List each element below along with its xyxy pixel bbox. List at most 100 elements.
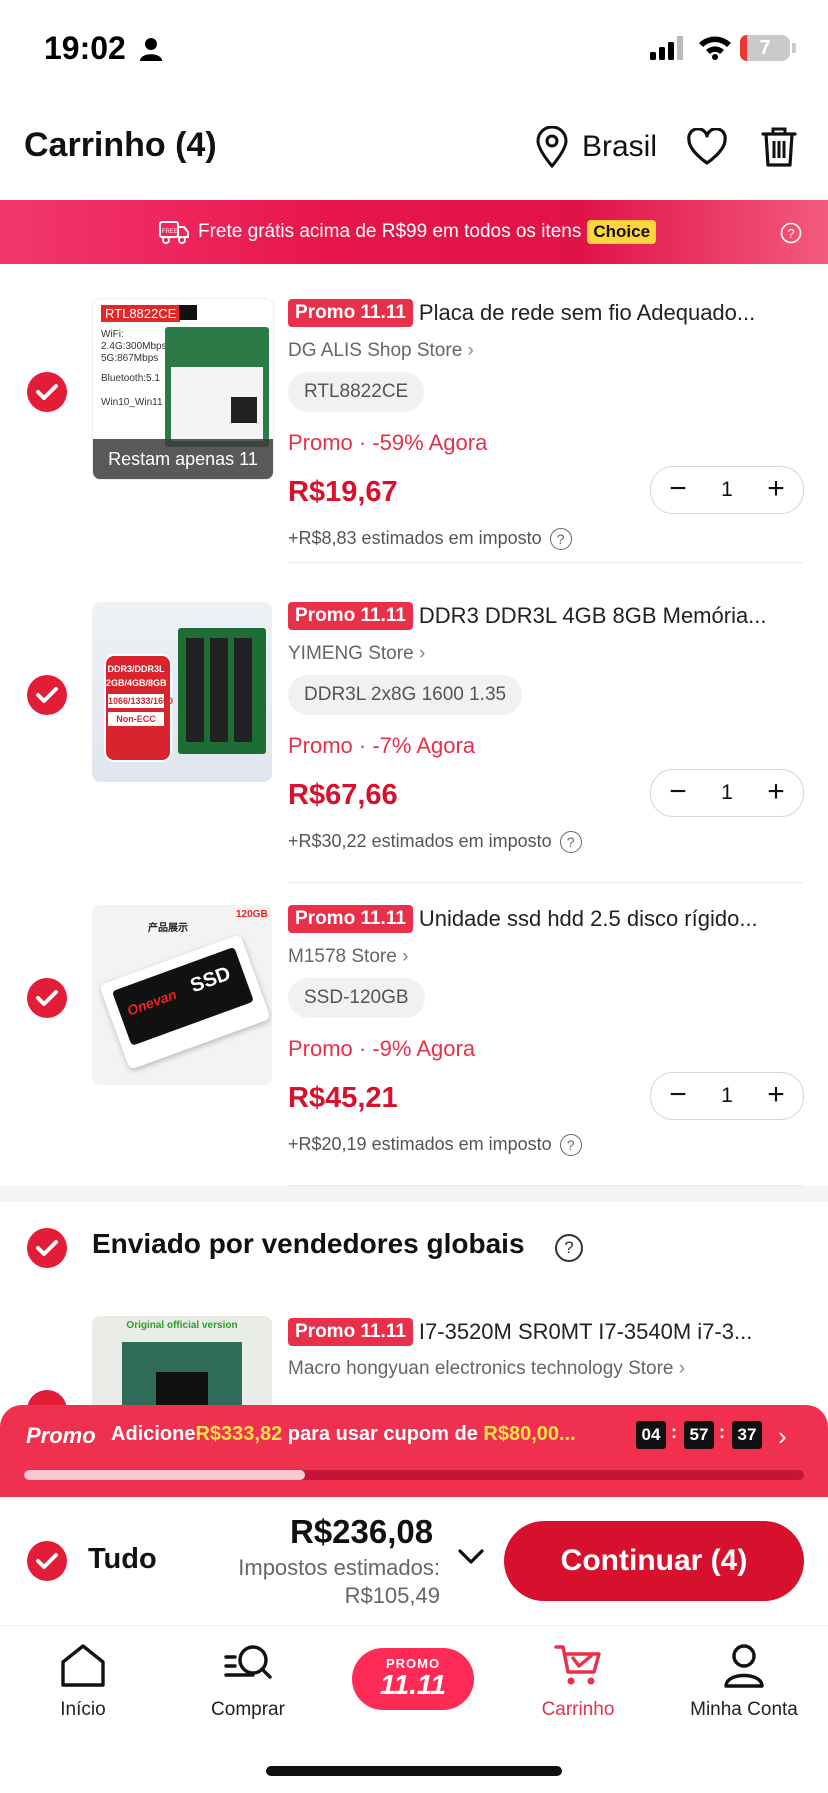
status-time: 19:02 (44, 30, 126, 66)
promo-tag: Promo 11.11 (288, 1318, 413, 1347)
home-indicator (266, 1766, 562, 1776)
thumb-specs: DDR3/DDR3L 2GB/4GB/8GB 1066/1333/1600 Non… (106, 664, 174, 726)
section-checkbox[interactable] (27, 1228, 67, 1268)
chevron-right-icon: › (467, 340, 474, 361)
item-price: R$67,66 (288, 779, 398, 811)
continue-button[interactable]: Continuar (4) (504, 1521, 804, 1601)
promo-tag: Promo 11.11 (288, 905, 413, 934)
location-label[interactable]: Brasil (582, 130, 657, 164)
thumb-label: Original official version (126, 1320, 238, 1331)
quantity-value[interactable]: 1 (697, 770, 757, 816)
increase-quantity-button[interactable]: + (753, 467, 799, 513)
tax-estimate: +R$20,19 estimados em imposto? (288, 1134, 582, 1157)
wishlist-heart-icon[interactable] (686, 128, 728, 166)
trash-icon[interactable] (760, 126, 798, 168)
select-all-label[interactable]: Tudo (88, 1543, 157, 1576)
cart-item: DDR3/DDR3L 2GB/4GB/8GB 1066/1333/1600 Non… (0, 567, 828, 883)
battery-indicator: 7 (740, 35, 790, 61)
tax-value: R$105,49 (344, 1583, 440, 1608)
thumb-specs: WiFi: 2.4G:300Mbps 5G:867Mbps Bluetooth:5.… (101, 329, 167, 408)
item-price: R$45,21 (288, 1082, 398, 1114)
checkmark-icon (36, 384, 58, 400)
tax-estimate: +R$30,22 estimados em imposto? (288, 831, 582, 854)
variant-selector[interactable]: RTL8822CE (288, 372, 425, 412)
product-title[interactable]: Promo 11.11 I7-3520M SR0MT I7-3540M i7-3.… (288, 1318, 808, 1347)
store-link[interactable]: DG ALIS Shop Store › (288, 340, 474, 362)
help-icon[interactable]: ? (559, 1134, 582, 1157)
quantity-value[interactable]: 1 (697, 1073, 757, 1119)
coupon-progress-bar[interactable]: Promo AdicioneR$333,82 para usar cupom d… (0, 1405, 828, 1497)
product-title[interactable]: Promo 11.11 Unidade ssd hdd 2.5 disco ríg… (288, 905, 808, 934)
location-pin-icon[interactable] (535, 126, 569, 168)
tax-estimate: +R$8,83 estimados em imposto? (288, 528, 572, 551)
truck-icon: FREE (159, 221, 189, 244)
quantity-stepper: − 1 + (650, 1072, 804, 1120)
store-link[interactable]: YIMENG Store › (288, 643, 425, 665)
chevron-right-icon: › (418, 643, 426, 664)
cart-item: 120GB 产品展示 SSD Onevan Promo 11.11 Unidade… (0, 870, 828, 1186)
product-image[interactable]: Original official version (92, 1316, 272, 1416)
product-image[interactable]: DDR3/DDR3L 2GB/4GB/8GB 1066/1333/1600 Non… (92, 602, 272, 782)
select-all-checkbox[interactable] (27, 1541, 67, 1581)
item-checkbox[interactable] (27, 372, 67, 412)
variant-selector[interactable]: DDR3L 2x8G 1600 1.35 (288, 675, 523, 715)
choice-badge: Choice (587, 220, 657, 244)
wifi-icon (699, 36, 731, 60)
item-checkbox[interactable] (27, 675, 67, 715)
item-price: R$19,67 (288, 476, 398, 508)
product-image[interactable]: 120GB 产品展示 SSD Onevan (92, 905, 272, 1085)
decrease-quantity-button[interactable]: − (655, 770, 701, 816)
section-divider (0, 1186, 828, 1202)
increase-quantity-button[interactable]: + (753, 1073, 799, 1119)
increase-quantity-button[interactable]: + (753, 770, 799, 816)
help-icon[interactable]: ? (559, 831, 582, 854)
account-icon (724, 1644, 764, 1688)
tab-account[interactable]: Minha Conta (664, 1642, 824, 1721)
page-title: Carrinho (4) (24, 126, 217, 164)
help-icon[interactable]: ? (555, 1234, 583, 1262)
search-list-icon (224, 1645, 272, 1679)
product-title[interactable]: Promo 11.11 DDR3 DDR3L 4GB 8GB Memória... (288, 602, 808, 631)
status-bar: 19:02 7 (0, 0, 828, 100)
checkmark-icon (36, 1553, 58, 1569)
decrease-quantity-button[interactable]: − (655, 467, 701, 513)
product-title[interactable]: Promo 11.11 Placa de rede sem fio Adequad… (288, 299, 808, 328)
help-icon[interactable]: ? (549, 528, 572, 551)
coupon-message: AdicioneR$333,82 para usar cupom de R$80… (111, 1423, 576, 1445)
chevron-down-icon[interactable] (456, 1547, 486, 1567)
tab-promo[interactable]: PROMO 11.11 (352, 1648, 474, 1710)
quantity-stepper: − 1 + (650, 769, 804, 817)
tab-cart[interactable]: Carrinho (498, 1642, 658, 1721)
checkout-bar: Tudo R$236,08 Impostos estimados: R$105,… (0, 1497, 828, 1625)
timer-seconds: 37 (732, 1421, 762, 1449)
cart-icon (554, 1645, 601, 1685)
tab-shop[interactable]: Comprar (168, 1642, 328, 1721)
signal-icon (650, 36, 683, 60)
item-checkbox[interactable] (27, 978, 67, 1018)
help-icon[interactable]: ? (780, 222, 802, 244)
store-link[interactable]: Macro hongyuan electronics technology St… (288, 1358, 685, 1380)
person-icon (140, 38, 162, 61)
discount-text: Promo · -9% Agora (288, 1036, 476, 1061)
chevron-right-icon[interactable]: › (778, 1421, 787, 1452)
quantity-value[interactable]: 1 (697, 467, 757, 513)
home-icon (61, 1644, 105, 1687)
tab-home[interactable]: Início (3, 1642, 163, 1721)
chevron-right-icon: › (678, 1358, 686, 1379)
cart-item: RTL8822CE WiFi: 2.4G:300Mbps 5G:867Mbps Bl… (0, 264, 828, 564)
variant-selector[interactable]: SSD-120GB (288, 978, 425, 1018)
product-image[interactable]: RTL8822CE WiFi: 2.4G:300Mbps 5G:867Mbps Bl… (92, 298, 274, 480)
promo-tag: Promo 11.11 (288, 602, 413, 631)
free-shipping-banner[interactable]: FREE Frete grátis acima de R$99 em todos… (0, 200, 828, 264)
timer-hours: 04 (636, 1421, 666, 1449)
truck-free-text: FREE (162, 229, 178, 235)
checkmark-icon (36, 990, 58, 1006)
timer-minutes: 57 (684, 1421, 714, 1449)
promo-logo: Promo (26, 1423, 96, 1448)
section-title: Enviado por vendedores globais (92, 1228, 525, 1259)
quantity-stepper: − 1 + (650, 466, 804, 514)
tax-label: Impostos estimados: (238, 1555, 440, 1580)
store-link[interactable]: M1578 Store › (288, 946, 408, 968)
discount-text: Promo · -59% Agora (288, 430, 488, 455)
decrease-quantity-button[interactable]: − (655, 1073, 701, 1119)
